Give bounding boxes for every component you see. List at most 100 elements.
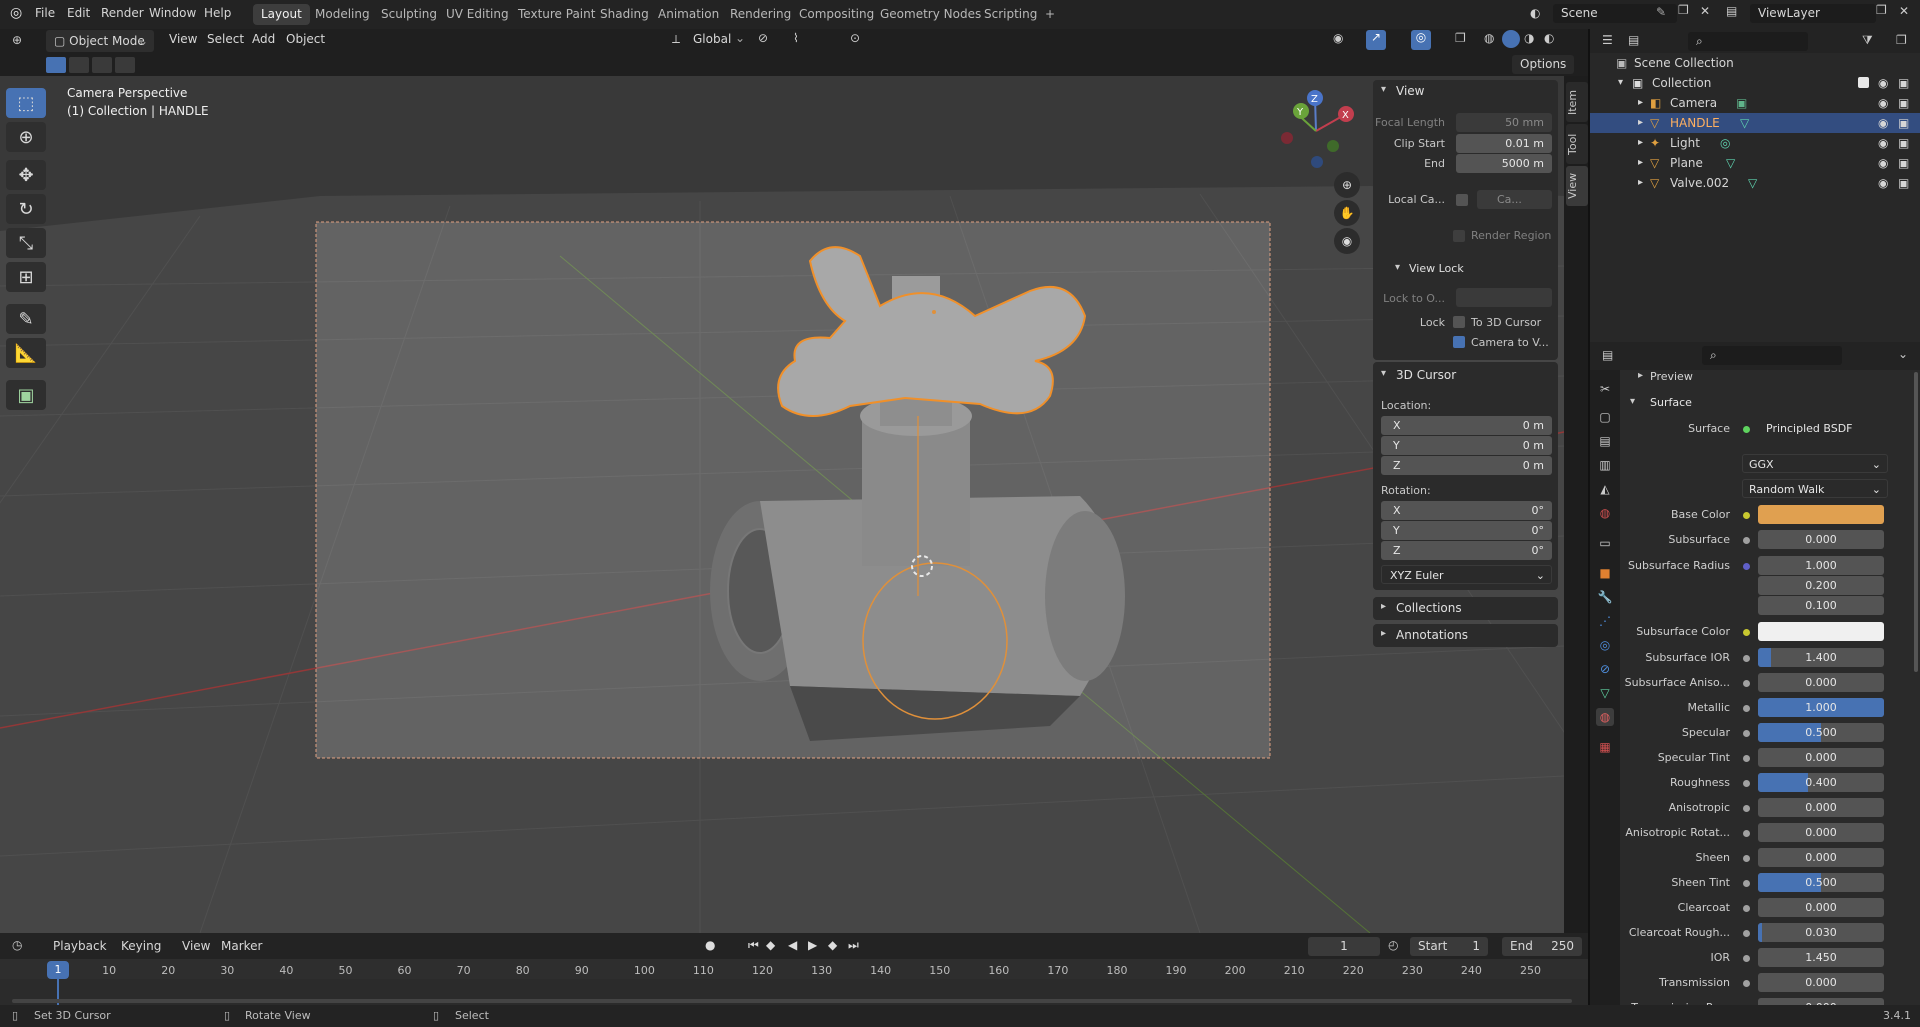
view-panel-title[interactable]: View	[1396, 84, 1424, 98]
particles-tab-icon[interactable]: ⋰	[1596, 612, 1614, 630]
workspace-tab-sculpting[interactable]: Sculpting	[373, 4, 445, 25]
outliner-search[interactable]: ⌕	[1688, 32, 1808, 51]
add-workspace-button[interactable]: +	[1037, 4, 1063, 25]
pan-hand-icon[interactable]: ✋	[1334, 200, 1360, 226]
physics-tab-icon[interactable]: ◎	[1596, 636, 1614, 654]
property-slider[interactable]: 0.000	[1758, 798, 1884, 817]
camera-render-icon[interactable]: ▣	[1898, 93, 1909, 113]
menu-help[interactable]: Help	[204, 6, 231, 20]
gizmo-toggle-icon[interactable]: ↗	[1366, 30, 1386, 50]
property-slider[interactable]: 0.030	[1758, 923, 1884, 942]
eye-icon[interactable]: ◉	[1878, 93, 1888, 113]
chevron-right-icon[interactable]: ▸	[1638, 113, 1643, 133]
outliner-item-light[interactable]: ▸ ✦ Light ◎ ◉ ▣	[1590, 133, 1920, 153]
delete-view-layer-icon[interactable]: ✕	[1899, 4, 1909, 18]
local-camera-checkbox[interactable]	[1456, 194, 1468, 206]
subsurface-color-swatch[interactable]	[1758, 622, 1884, 641]
workspace-tab-rendering[interactable]: Rendering	[722, 4, 799, 25]
property-slider[interactable]: 0.000	[1758, 898, 1884, 917]
cursor-location-z[interactable]: Z 0 m	[1381, 456, 1552, 475]
properties-search[interactable]: ⌕	[1702, 346, 1842, 365]
cursor-location-y[interactable]: Y 0 m	[1381, 436, 1552, 455]
tab-item[interactable]: Item	[1566, 82, 1588, 122]
chevron-down-icon[interactable]: ▾	[1630, 396, 1635, 407]
measure-tool[interactable]: 📐	[6, 338, 46, 368]
visibility-icon[interactable]: ◉	[1333, 31, 1343, 45]
frame-ruler[interactable]: 10 20 30 40 50 60 70 80 90 100 110 120 130 140 150 160 1…	[0, 959, 1588, 979]
move-tool[interactable]: ✥	[6, 160, 46, 190]
scale-tool[interactable]: ⤡	[6, 228, 46, 258]
select-subtract-icon[interactable]	[92, 57, 112, 73]
cursor-tool[interactable]: ⊕	[6, 122, 46, 152]
scene-tab-icon[interactable]: ◭	[1596, 480, 1614, 498]
menu-playback[interactable]: Playback	[53, 939, 107, 953]
current-frame-field[interactable]: 1	[1308, 937, 1380, 956]
property-slider[interactable]: 0.000	[1758, 823, 1884, 842]
chevron-down-icon[interactable]: ▾	[1381, 84, 1386, 95]
workspace-tab-uv-editing[interactable]: UV Editing	[438, 4, 517, 25]
chevron-down-icon[interactable]: ▾	[1381, 368, 1386, 379]
delete-scene-icon[interactable]: ✕	[1700, 4, 1710, 18]
options-button[interactable]: Options	[1512, 55, 1575, 74]
workspace-tab-modeling[interactable]: Modeling	[307, 4, 378, 25]
camera-render-icon[interactable]: ▣	[1898, 73, 1909, 93]
checkbox-icon[interactable]	[1858, 77, 1869, 88]
frame-end-field[interactable]: End 250	[1502, 937, 1582, 956]
camera-render-icon[interactable]: ▣	[1898, 173, 1909, 193]
camera-view-icon[interactable]: ◉	[1334, 228, 1360, 254]
workspace-tab-shading[interactable]: Shading	[592, 4, 657, 25]
transform-tool[interactable]: ⊞	[6, 262, 46, 292]
view-layer-tab-icon[interactable]: ▥	[1596, 456, 1614, 474]
property-slider[interactable]: 0.000	[1758, 973, 1884, 992]
blender-logo-icon[interactable]: ◎	[10, 5, 22, 21]
menu-view[interactable]: View	[169, 32, 197, 46]
property-slider[interactable]: 0.000	[1758, 530, 1884, 549]
select-new-icon[interactable]	[46, 57, 66, 73]
menu-object[interactable]: Object	[286, 32, 325, 46]
select-box-tool[interactable]: ⬚	[6, 88, 46, 118]
focal-length-field[interactable]: 50 mm	[1456, 113, 1552, 132]
workspace-tab-compositing[interactable]: Compositing	[791, 4, 882, 25]
rotate-tool[interactable]: ↻	[6, 194, 46, 224]
property-slider[interactable]: 0.000	[1758, 673, 1884, 692]
clip-end-field[interactable]: 5000 m	[1456, 154, 1552, 173]
properties-editor-icon[interactable]: ▤	[1602, 348, 1613, 362]
eye-icon[interactable]: ◉	[1878, 173, 1888, 193]
tab-tool[interactable]: Tool	[1566, 124, 1588, 164]
proportional-edit-icon[interactable]: ⊙	[850, 31, 860, 45]
render-tab-icon[interactable]: ▢	[1596, 408, 1614, 426]
timeline-editor-icon[interactable]: ◷	[12, 938, 22, 952]
chevron-down-icon[interactable]: ▾	[1395, 262, 1400, 273]
outliner-item-valve[interactable]: ▸ ▽ Valve.002 ▽ ◉ ▣	[1590, 173, 1920, 193]
workspace-tab-texture-paint[interactable]: Texture Paint	[510, 4, 603, 25]
subsurface-radius-x[interactable]: 1.000	[1758, 556, 1884, 575]
frame-start-field[interactable]: Start 1	[1410, 937, 1488, 956]
view-layer-icon[interactable]: ▤	[1726, 4, 1737, 18]
workspace-tab-animation[interactable]: Animation	[650, 4, 727, 25]
pin-icon[interactable]: ⌄	[1898, 347, 1908, 361]
constraints-tab-icon[interactable]: ⊘	[1596, 660, 1614, 678]
record-icon[interactable]: ●	[705, 938, 715, 952]
menu-render[interactable]: Render	[101, 6, 144, 20]
tab-view[interactable]: View	[1566, 166, 1588, 206]
menu-keying[interactable]: Keying	[121, 939, 161, 953]
navigation-gizmo[interactable]: Z Y X	[1277, 90, 1357, 170]
annotate-tool[interactable]: ✎	[6, 304, 46, 334]
property-slider[interactable]: 1.450	[1758, 948, 1884, 967]
editor-type-icon[interactable]: ⊕	[12, 33, 22, 47]
cursor-rotation-x[interactable]: X 0°	[1381, 501, 1552, 520]
select-extend-icon[interactable]	[69, 57, 89, 73]
new-view-layer-icon[interactable]: ❐	[1876, 3, 1887, 17]
xray-icon[interactable]: ❐	[1455, 31, 1466, 45]
transform-orientation[interactable]: Global	[693, 32, 731, 46]
3d-cursor-title[interactable]: 3D Cursor	[1396, 368, 1456, 382]
chevron-right-icon[interactable]: ▸	[1638, 93, 1643, 113]
world-tab-icon[interactable]: ◍	[1596, 504, 1614, 522]
cursor-location-x[interactable]: X 0 m	[1381, 416, 1552, 435]
scene-collection-row[interactable]: ▣ Scene Collection	[1590, 53, 1920, 73]
property-slider[interactable]: 0.000	[1758, 748, 1884, 767]
mode-selector[interactable]: ▢ Object Mode ⌄	[46, 30, 154, 52]
cursor-rotation-z[interactable]: Z 0°	[1381, 541, 1552, 560]
menu-marker[interactable]: Marker	[221, 939, 262, 953]
view-layer-selector[interactable]: ViewLayer	[1750, 4, 1876, 23]
